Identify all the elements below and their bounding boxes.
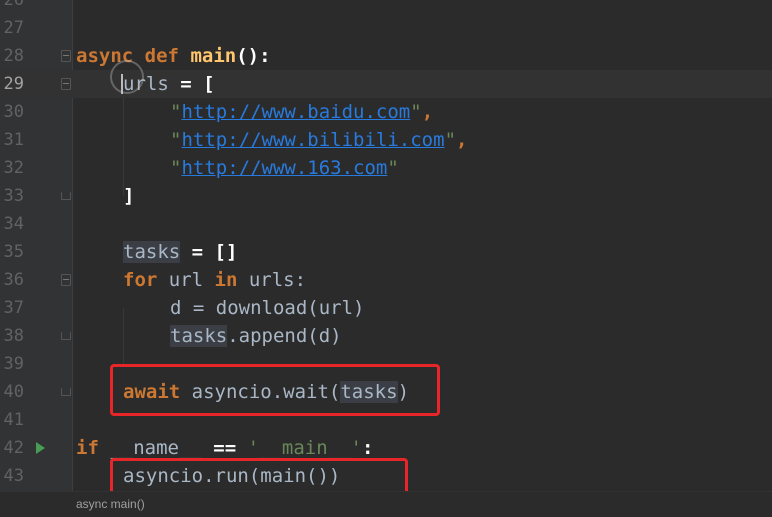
line-number: 30 [3, 102, 24, 122]
fold-marker-icon[interactable] [61, 192, 71, 200]
code-line[interactable]: 26 [0, 0, 772, 14]
code-text: tasks = [] [123, 241, 238, 263]
code-text: "http://www.baidu.com", [170, 101, 434, 123]
run-play-icon[interactable] [36, 442, 45, 454]
code-text: tasks.append(d) [170, 325, 342, 347]
line-number: 26 [3, 0, 24, 10]
code-line[interactable]: 38 tasks.append(d) [0, 322, 772, 350]
code-text: ] [123, 185, 135, 207]
line-number: 41 [3, 410, 24, 430]
line-number: 37 [3, 298, 24, 318]
code-line[interactable]: 35 tasks = [] [0, 238, 772, 266]
code-text: async def main(): [76, 45, 271, 67]
line-number: 32 [3, 158, 24, 178]
breadcrumb-item[interactable]: async main() [76, 492, 145, 516]
code-line[interactable]: 31 "http://www.bilibili.com", [0, 126, 772, 154]
url-link[interactable]: http://www.163.com [181, 157, 387, 179]
fold-marker-icon[interactable] [61, 50, 71, 62]
breadcrumb[interactable]: async main() [0, 491, 772, 517]
code-line[interactable]: 33 ] [0, 182, 772, 210]
fold-marker-icon[interactable] [61, 388, 71, 396]
fold-marker-icon[interactable] [61, 332, 71, 340]
line-number: 29 [3, 74, 24, 94]
line-number: 40 [3, 382, 24, 402]
url-link[interactable]: http://www.bilibili.com [181, 129, 444, 151]
line-number: 33 [3, 186, 24, 206]
code-text: "http://www.163.com" [170, 157, 399, 179]
code-text: for url in urls: [123, 269, 307, 291]
code-line[interactable]: 27 [0, 14, 772, 42]
code-line[interactable]: 32 "http://www.163.com" [0, 154, 772, 182]
code-editor[interactable]: 26 27 28 async def main(): 29 urls = [ 3… [0, 0, 772, 517]
line-number: 27 [3, 18, 24, 38]
line-number: 28 [3, 46, 24, 66]
line-number: 35 [3, 242, 24, 262]
mouse-cursor-indicator [110, 60, 144, 94]
code-text: "http://www.bilibili.com", [170, 129, 468, 151]
code-line[interactable]: 30 "http://www.baidu.com", [0, 98, 772, 126]
code-line[interactable]: 37 d = download(url) [0, 294, 772, 322]
line-number: 31 [3, 130, 24, 150]
line-number: 38 [3, 326, 24, 346]
fold-marker-icon[interactable] [61, 78, 71, 90]
url-link[interactable]: http://www.baidu.com [181, 101, 410, 123]
annotation-box-await [110, 364, 440, 416]
code-line[interactable]: 34 [0, 210, 772, 238]
code-text: d = download(url) [170, 297, 365, 319]
code-line[interactable]: 36 for url in urls: [0, 266, 772, 294]
line-number: 42 [3, 438, 24, 458]
line-number: 43 [3, 466, 24, 486]
fold-marker-icon[interactable] [61, 274, 71, 286]
line-number: 34 [3, 214, 24, 234]
line-number: 39 [3, 354, 24, 374]
line-number: 36 [3, 270, 24, 290]
